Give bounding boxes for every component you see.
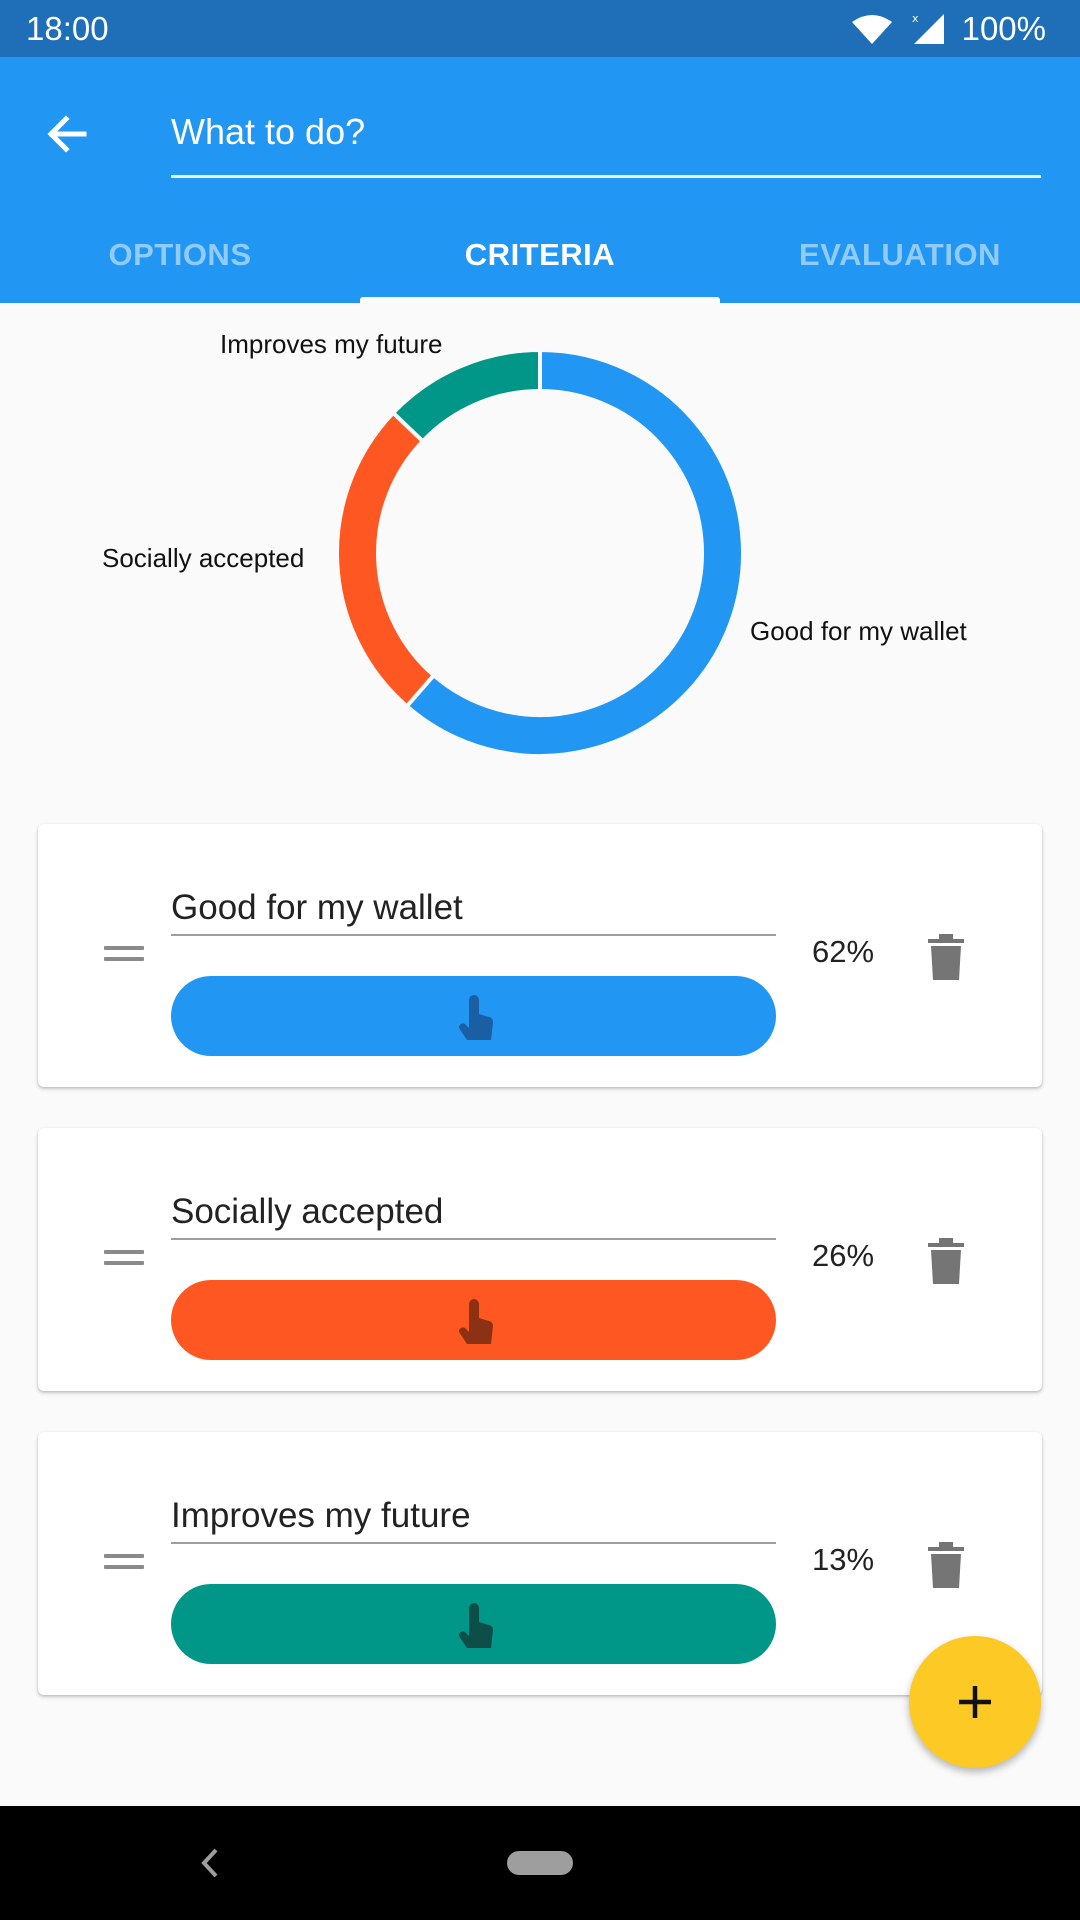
chart-label-improves-my-future: Improves my future (220, 329, 443, 359)
drag-handle-icon[interactable] (104, 946, 144, 966)
weight-percent: 13% (811, 1542, 875, 1577)
back-button[interactable] (32, 99, 102, 169)
weight-slider[interactable] (171, 1584, 776, 1664)
title-input[interactable] (171, 97, 1041, 167)
tab-bar: OPTIONS CRITERIA EVALUATION (0, 207, 1080, 303)
signal-icon: x (912, 12, 944, 44)
weight-percent: 26% (811, 1238, 875, 1273)
donut-slice-improves-my-future (390, 347, 542, 444)
app-bar: OPTIONS CRITERIA EVALUATION (0, 57, 1080, 303)
svg-text:x: x (912, 12, 919, 25)
chart-label-good-for-my-wallet: Good for my wallet (750, 616, 967, 646)
status-icons: x 100% (850, 6, 1046, 51)
add-criterion-button[interactable] (909, 1636, 1041, 1768)
criterion-card: Good for my wallet 62% (38, 824, 1042, 1087)
drag-handle-icon[interactable] (104, 1554, 144, 1574)
tab-criteria[interactable]: CRITERIA (360, 207, 720, 303)
arrow-back-icon (47, 115, 87, 153)
criterion-name-field[interactable]: Socially accepted (171, 1186, 776, 1240)
tab-options[interactable]: OPTIONS (0, 207, 360, 303)
criterion-name-field[interactable]: Good for my wallet (171, 882, 776, 936)
plus-icon (959, 1686, 991, 1718)
nav-back-icon[interactable] (190, 1838, 230, 1888)
trash-icon[interactable] (926, 934, 966, 980)
trash-icon[interactable] (926, 1542, 966, 1588)
title-field (171, 97, 1041, 178)
home-pill-icon[interactable] (507, 1851, 573, 1875)
weights-chart: Good for my wallet Socially accepted Imp… (0, 303, 1080, 803)
wifi-icon (851, 14, 892, 44)
criterion-card: Improves my future 13% (38, 1432, 1042, 1695)
drag-handle-icon[interactable] (104, 1250, 144, 1270)
chart-label-socially-accepted: Socially accepted (102, 543, 305, 573)
status-bar: 18:00 x 100% (0, 0, 1080, 57)
battery-text: 100% (961, 9, 1046, 47)
weight-slider[interactable] (171, 976, 776, 1056)
tab-evaluation[interactable]: EVALUATION (720, 207, 1080, 303)
touch-icon[interactable] (453, 1602, 497, 1652)
trash-icon[interactable] (926, 1238, 966, 1284)
weight-slider[interactable] (171, 1280, 776, 1360)
donut-slice-socially-accepted (335, 410, 437, 710)
weight-percent: 62% (811, 934, 875, 969)
touch-icon[interactable] (453, 1298, 497, 1348)
system-nav-bar (0, 1806, 1080, 1920)
touch-icon[interactable] (453, 994, 497, 1044)
status-time: 18:00 (26, 10, 109, 47)
criterion-card: Socially accepted 26% (38, 1128, 1042, 1391)
criterion-name-field[interactable]: Improves my future (171, 1490, 776, 1544)
